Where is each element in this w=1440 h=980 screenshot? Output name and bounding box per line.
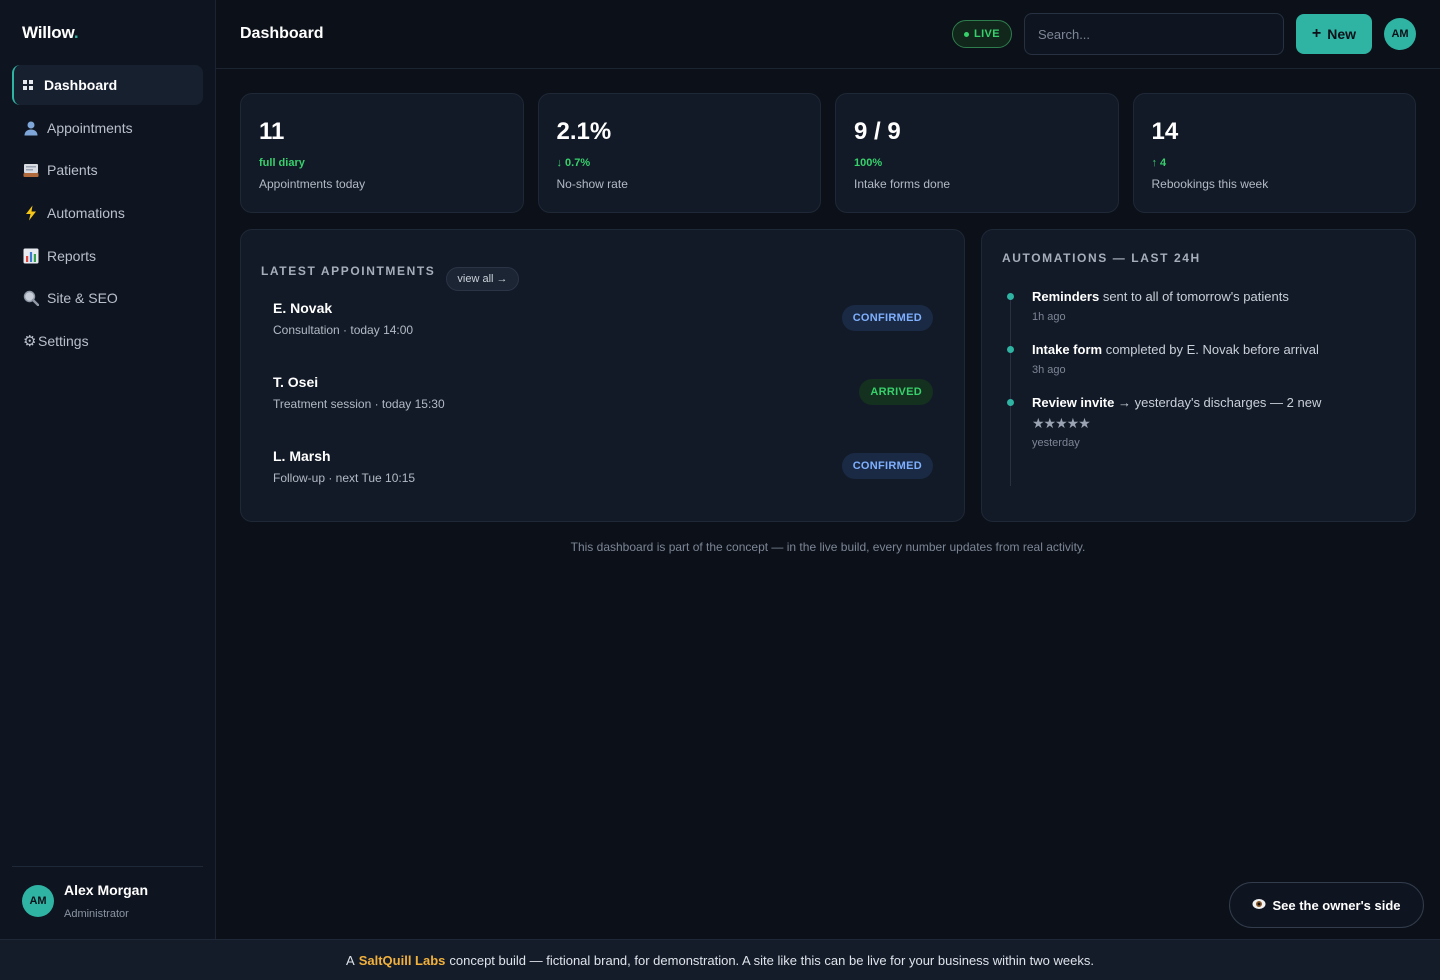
view-all-button[interactable]: view all → <box>446 267 519 291</box>
owner-side-button[interactable]: See the owner's side <box>1229 882 1424 928</box>
list-item[interactable]: L. Marsh Follow-up · next Tue 10:15 CONF… <box>273 448 933 522</box>
patient-name: T. Osei <box>273 374 319 390</box>
list-item[interactable]: E. Novak Consultation · today 14:00 CONF… <box>273 300 933 374</box>
timeline-dot-icon <box>1007 399 1014 406</box>
stat-value: 9 / 9 <box>854 118 901 145</box>
sidebar-item-patients[interactable]: Patients <box>12 150 203 190</box>
stat-card: 9 / 9 100% Intake forms done <box>835 93 1119 213</box>
sidebar-item-reports[interactable]: Reports <box>12 236 203 276</box>
panel-title: AUTOMATIONS — LAST 24H <box>1002 251 1201 265</box>
timeline-item: Review invite → yesterday's discharges —… <box>1002 394 1402 449</box>
gear-icon: ⚙ <box>23 333 37 351</box>
sidebar-item-label: Site & SEO <box>47 290 118 307</box>
patient-name: E. Novak <box>273 300 333 316</box>
list-item[interactable]: T. Osei Treatment session · today 15:30 … <box>273 374 933 448</box>
brand-logo[interactable]: Willow. <box>22 23 79 43</box>
grid-icon <box>23 80 44 90</box>
new-button[interactable]: + New <box>1296 14 1372 54</box>
stat-card: 2.1% ↓ 0.7% No-show rate <box>537 93 821 213</box>
sidebar-item-automations[interactable]: Automations <box>12 193 203 233</box>
bar-chart-icon <box>23 248 47 264</box>
timeline-dot-icon <box>1007 346 1014 353</box>
sidebar-nav: Dashboard Appointments Patients Automati… <box>12 65 203 364</box>
eye-icon <box>1252 897 1266 914</box>
person-icon <box>23 120 47 136</box>
appointment-detail: Follow-up · next Tue 10:15 <box>273 471 416 485</box>
sidebar-divider <box>12 866 203 867</box>
stat-delta: 100% <box>854 157 883 169</box>
stat-label: Intake forms done <box>854 177 951 191</box>
user-profile[interactable]: AM Alex Morgan Administrator <box>22 882 148 920</box>
sidebar-item-label: Reports <box>47 247 97 264</box>
latest-appointments-panel: LATEST APPOINTMENTS view all → E. Novak … <box>240 229 965 522</box>
sidebar-item-appointments[interactable]: Appointments <box>12 108 203 148</box>
stats-row: 11 full diary Appointments today 2.1% ↓ … <box>240 93 1416 213</box>
status-badge: CONFIRMED <box>841 453 933 479</box>
live-badge: LIVE <box>952 20 1012 48</box>
avatar[interactable]: AM <box>1384 18 1416 50</box>
plus-icon: + <box>1311 25 1322 42</box>
stat-card: 14 ↑ 4 Rebookings this week <box>1132 93 1416 213</box>
sidebar-item-settings[interactable]: ⚙ Settings <box>12 321 203 361</box>
search-input[interactable] <box>1024 13 1284 55</box>
stat-value: 2.1% <box>556 118 612 145</box>
sidebar: Willow. Dashboard Appointments Patients … <box>0 0 216 939</box>
stat-card: 11 full diary Appointments today <box>240 93 524 213</box>
automations-panel: AUTOMATIONS — LAST 24H Reminders sent to… <box>981 229 1416 522</box>
magnifier-icon <box>23 290 47 307</box>
stat-value: 11 <box>259 118 285 145</box>
timeline-dot-icon <box>1007 293 1014 300</box>
star-rating-icon: ★★★★★ <box>1032 415 1091 431</box>
timeline-item: Reminders sent to all of tomorrow's pati… <box>1002 288 1402 323</box>
avatar: AM <box>22 885 54 917</box>
footnote: This dashboard is part of the concept — … <box>570 540 1086 554</box>
stat-delta: ↑ 4 <box>1151 157 1167 169</box>
sidebar-item-label: Patients <box>47 162 98 179</box>
panel-title: LATEST APPOINTMENTS <box>261 264 436 278</box>
timeline-line <box>1010 296 1011 486</box>
appointment-detail: Consultation · today 14:00 <box>273 323 414 337</box>
timestamp: yesterday <box>1032 437 1080 449</box>
timestamp: 3h ago <box>1032 364 1066 376</box>
sidebar-item-label: Appointments <box>47 119 133 136</box>
top-bar: Dashboard LIVE +New AM <box>216 0 1440 69</box>
timestamp: 1h ago <box>1032 311 1066 323</box>
sidebar-item-label: Dashboard <box>44 77 118 93</box>
card-file-icon <box>23 162 47 178</box>
status-badge: ARRIVED <box>859 379 933 405</box>
lightning-icon <box>23 205 47 221</box>
user-role: Administrator <box>64 908 129 920</box>
patient-name: L. Marsh <box>273 448 331 464</box>
stat-delta: ↓ 0.7% <box>556 157 591 169</box>
live-dot-icon <box>963 31 969 37</box>
automation-timeline: Reminders sent to all of tomorrow's pati… <box>1002 288 1402 486</box>
stat-delta: full diary <box>259 157 305 169</box>
sidebar-item-label: Settings <box>38 333 89 350</box>
sidebar-item-site-seo[interactable]: Site & SEO <box>12 278 203 318</box>
user-name: Alex Morgan <box>64 882 149 898</box>
stat-label: Appointments today <box>259 177 366 191</box>
stat-label: No-show rate <box>556 177 628 191</box>
appointment-list: E. Novak Consultation · today 14:00 CONF… <box>273 300 933 522</box>
appointment-detail: Treatment session · today 15:30 <box>273 397 445 411</box>
sidebar-item-label: Automations <box>47 205 125 222</box>
stat-label: Rebookings this week <box>1151 177 1269 191</box>
sidebar-item-dashboard[interactable]: Dashboard <box>12 65 203 105</box>
demo-banner: A SaltQuill Labs concept build — fiction… <box>0 939 1440 980</box>
saltquill-link[interactable]: SaltQuill Labs <box>359 953 446 968</box>
stat-value: 14 <box>1151 118 1179 145</box>
timeline-item: Intake form completed by E. Novak before… <box>1002 341 1402 376</box>
page-title: Dashboard <box>240 25 324 42</box>
status-badge: CONFIRMED <box>841 305 933 331</box>
